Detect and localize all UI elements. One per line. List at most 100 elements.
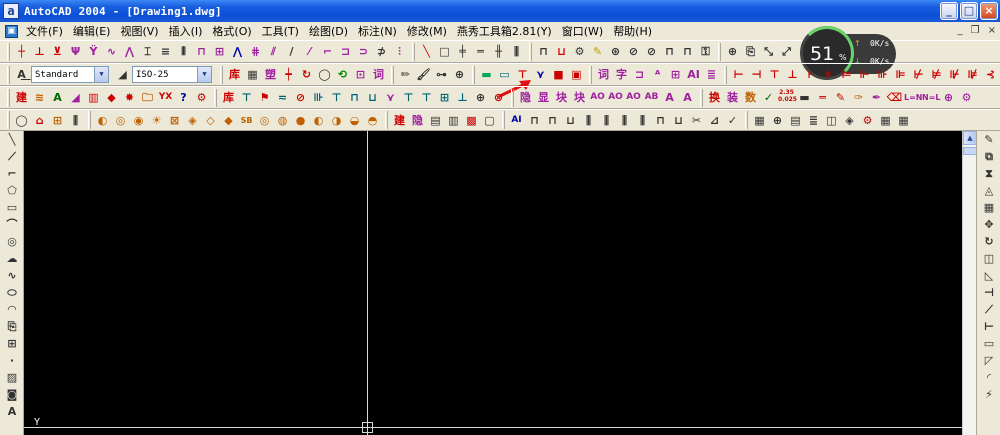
leader-icon[interactable]: ≡ bbox=[157, 43, 174, 60]
center-mark-icon[interactable]: ⊓ bbox=[193, 43, 210, 60]
menu-tools[interactable]: 工具(T) bbox=[257, 23, 304, 39]
grid-b-icon[interactable]: ▦ bbox=[877, 112, 894, 129]
ordinate-dim-icon[interactable]: Ϋ bbox=[85, 43, 102, 60]
polygon-icon[interactable]: ⬠ bbox=[0, 182, 24, 199]
number-icon[interactable]: 数 bbox=[742, 89, 759, 106]
fastener-icon[interactable]: ⚙ bbox=[571, 43, 588, 60]
trim-icon[interactable]: ⊣ bbox=[977, 284, 1000, 301]
frame-b-icon[interactable]: ▢ bbox=[481, 112, 498, 129]
scale-icon[interactable]: ⤡ bbox=[760, 43, 777, 60]
toolbar-grip[interactable] bbox=[472, 65, 475, 84]
no-entry-icon[interactable]: ⊘ bbox=[625, 43, 642, 60]
table-icon[interactable]: ▦ bbox=[244, 66, 261, 83]
block-icon[interactable]: ◆ bbox=[103, 89, 120, 106]
refresh-green-icon[interactable]: ⟲ bbox=[334, 66, 351, 83]
menu-help[interactable]: 帮助(H) bbox=[608, 23, 657, 39]
attribute-icon[interactable]: AI bbox=[508, 112, 525, 129]
arc-length-icon[interactable]: ⋕ bbox=[247, 43, 264, 60]
measure-icon[interactable]: ⊿ bbox=[706, 112, 723, 129]
toolbar-grip[interactable] bbox=[7, 111, 10, 129]
axis-icon[interactable]: ═ bbox=[472, 43, 489, 60]
word-b-icon[interactable]: 词 bbox=[595, 66, 612, 83]
toolbar-grip[interactable] bbox=[718, 42, 721, 61]
mtext-icon[interactable]: A bbox=[0, 403, 24, 420]
dim-i-icon[interactable]: ⊪ bbox=[874, 66, 891, 83]
toolbar-grip[interactable] bbox=[529, 42, 532, 61]
menu-yanxiu-toolbox[interactable]: 燕秀工具箱2.81(Y) bbox=[452, 23, 557, 39]
text-a2-icon[interactable]: AO bbox=[589, 89, 606, 106]
spring-icon[interactable]: ≂ bbox=[274, 89, 291, 106]
rotate-icon[interactable]: ↻ bbox=[977, 233, 1000, 250]
toolbar-grip[interactable] bbox=[7, 42, 10, 61]
hatch-draw-icon[interactable]: ▨ bbox=[0, 369, 24, 386]
object-icon[interactable]: ◯ bbox=[13, 112, 30, 129]
arc-icon[interactable]: ⌒ bbox=[0, 216, 24, 233]
library-b-icon[interactable]: 库 bbox=[220, 89, 237, 106]
character-icon[interactable]: 字 bbox=[613, 66, 630, 83]
region-icon[interactable]: ◙ bbox=[0, 386, 24, 403]
dim-k-icon[interactable]: ⊬ bbox=[910, 66, 927, 83]
circle-draw-icon[interactable]: ◎ bbox=[0, 233, 24, 250]
multi-line-d-icon[interactable]: ⫼ bbox=[634, 112, 651, 129]
layer-k-icon[interactable]: ◓ bbox=[364, 112, 381, 129]
block-cn-icon[interactable]: 块 bbox=[553, 89, 570, 106]
flag-icon[interactable]: ⚑ bbox=[256, 89, 273, 106]
library-icon[interactable]: 库 bbox=[226, 66, 243, 83]
mold-plate-icon[interactable]: ▬ bbox=[478, 66, 495, 83]
menu-insert[interactable]: 插入(I) bbox=[164, 23, 208, 39]
ellipse-arc-icon[interactable]: ◠ bbox=[0, 301, 24, 318]
revision-cloud-icon[interactable]: ☁ bbox=[0, 250, 24, 267]
sleeve-icon[interactable]: ⊓ bbox=[346, 89, 363, 106]
dim-d-icon[interactable]: ⊥ bbox=[784, 66, 801, 83]
ai-text-icon[interactable]: AI bbox=[685, 66, 702, 83]
toolbar-grip[interactable] bbox=[88, 111, 91, 129]
toolbar-grip[interactable] bbox=[502, 111, 505, 129]
hatch-c-icon[interactable]: ▥ bbox=[445, 112, 462, 129]
text-a3-icon[interactable]: AO bbox=[607, 89, 624, 106]
layer-j-icon[interactable]: ◒ bbox=[346, 112, 363, 129]
barcode-icon[interactable]: ⫼ bbox=[67, 112, 84, 129]
home-icon[interactable]: ⌂ bbox=[31, 112, 48, 129]
layer-f-icon[interactable]: ◍ bbox=[274, 112, 291, 129]
cross-section-icon[interactable]: ┿ bbox=[280, 66, 297, 83]
decimal-format-icon[interactable]: 2.35 0.025 bbox=[778, 89, 797, 106]
scroll-up-icon[interactable]: ▲ bbox=[963, 131, 977, 145]
sb-icon[interactable]: SB bbox=[238, 112, 255, 129]
toolbar-grip[interactable] bbox=[391, 65, 394, 84]
fillet-modify-icon[interactable]: ◜ bbox=[977, 369, 1000, 386]
dim-c-icon[interactable]: ⊤ bbox=[766, 66, 783, 83]
toolbar-grip[interactable] bbox=[214, 88, 217, 107]
diameter-dim-icon[interactable]: ⋀ bbox=[229, 43, 246, 60]
no-symbol-icon[interactable]: ⊘ bbox=[292, 89, 309, 106]
folder-icon[interactable]: 🗀 bbox=[139, 89, 156, 106]
tolerance-icon[interactable]: ⫴ bbox=[175, 43, 192, 60]
part-b-icon[interactable]: ⊓ bbox=[679, 43, 696, 60]
text-edit-icon[interactable]: ⊞ bbox=[667, 66, 684, 83]
toolbar-grip[interactable] bbox=[220, 65, 223, 84]
line-weight-icon[interactable]: ▬ bbox=[796, 89, 813, 106]
aligned-dim-icon[interactable]: ⊻ bbox=[49, 43, 66, 60]
zoom-b-icon[interactable]: ⊕ bbox=[940, 89, 957, 106]
radius-dim-icon[interactable]: ⊞ bbox=[211, 43, 228, 60]
bushing-icon[interactable]: ⊔ bbox=[364, 89, 381, 106]
tee-icon[interactable]: ⊤ bbox=[418, 89, 435, 106]
zoom-icon[interactable]: ⊕ bbox=[451, 66, 468, 83]
polyline-icon[interactable]: ⌐ bbox=[0, 165, 24, 182]
layer-e-icon[interactable]: ◎ bbox=[256, 112, 273, 129]
gate-icon[interactable]: ⊓ bbox=[544, 112, 561, 129]
stretch-icon[interactable]: ⤢ bbox=[778, 43, 795, 60]
layer-c-icon[interactable]: ◇ bbox=[202, 112, 219, 129]
toolbar-grip[interactable] bbox=[385, 111, 388, 129]
move-icon[interactable]: ✥ bbox=[977, 216, 1000, 233]
screw-icon[interactable]: ⊤ bbox=[328, 89, 345, 106]
dim-b-icon[interactable]: ⊣ bbox=[748, 66, 765, 83]
point-icon[interactable]: · bbox=[0, 352, 24, 369]
frame-red-icon[interactable]: ⊔ bbox=[553, 43, 570, 60]
minimize-button[interactable]: _ bbox=[940, 2, 958, 20]
standard-part-icon[interactable]: ⊤ bbox=[238, 89, 255, 106]
multi-line-b-icon[interactable]: ⫼ bbox=[598, 112, 615, 129]
dim-n-icon[interactable]: ⊯ bbox=[964, 66, 981, 83]
text-style-b-icon[interactable]: A bbox=[49, 89, 66, 106]
target-icon[interactable]: ⊕ bbox=[472, 89, 489, 106]
centerline-icon[interactable]: ╪ bbox=[454, 43, 471, 60]
